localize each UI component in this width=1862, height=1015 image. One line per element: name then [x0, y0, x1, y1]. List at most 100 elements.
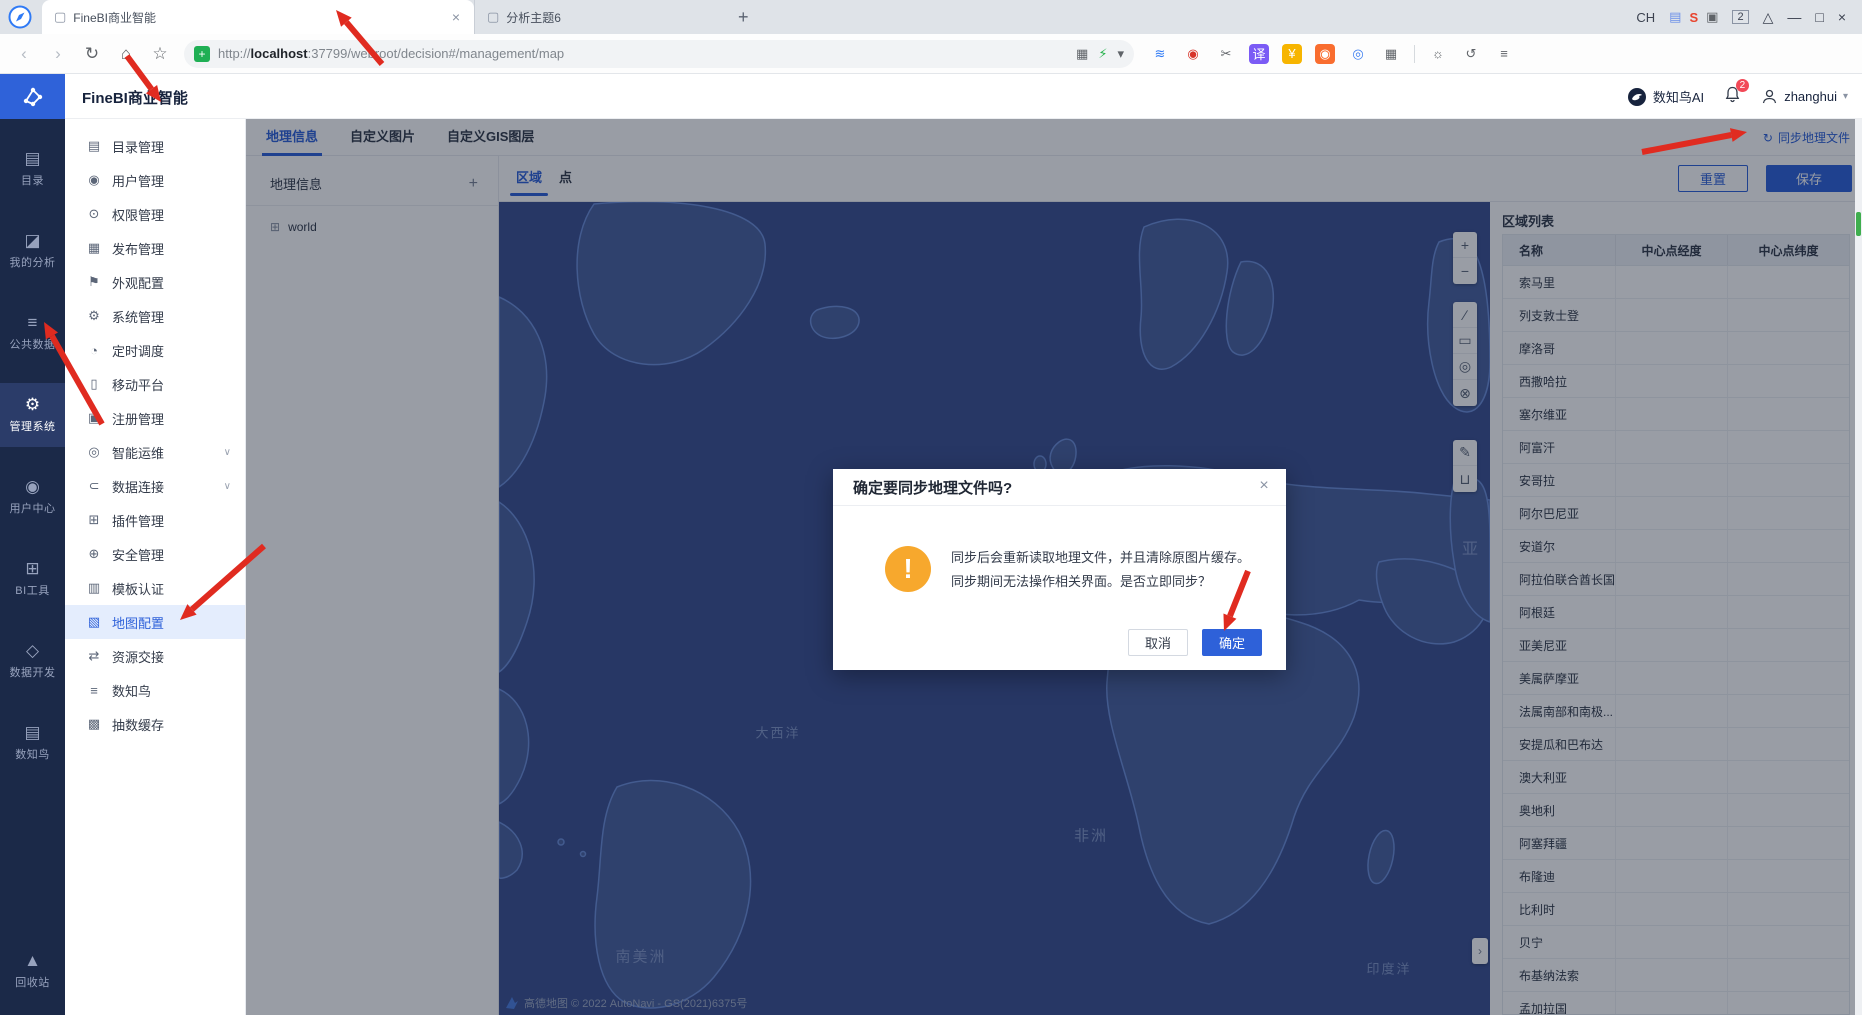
menu-item-label: 移动平台	[112, 377, 165, 393]
notification-count-badge: 2	[1735, 78, 1750, 92]
finebi-logo-icon[interactable]	[0, 74, 65, 119]
menu-item-移动平台[interactable]: ▯ 移动平台	[65, 367, 245, 401]
browser-tab[interactable]: ▢ FineBI商业智能 ×	[42, 0, 474, 34]
chevron-down-icon: ▾	[1842, 91, 1848, 102]
menu-item-外观配置[interactable]: ⚑ 外观配置	[65, 265, 245, 299]
menu-item-注册管理[interactable]: ▣ 注册管理	[65, 401, 245, 435]
sidebar-item-数据开发[interactable]: ◇ 数据开发	[0, 629, 65, 693]
sidebar-item-管理系统[interactable]: ⚙ 管理系统	[0, 383, 65, 447]
extension-icon[interactable]: ◉	[1183, 44, 1203, 64]
sidebar-item-BI工具[interactable]: ⊞ BI工具	[0, 547, 65, 611]
menu-item-资源交接[interactable]: ⇄ 资源交接	[65, 639, 245, 673]
menu-item-label: 资源交接	[112, 649, 165, 665]
back-icon[interactable]: ‹	[14, 44, 34, 64]
chevron-down-icon[interactable]: ∨	[224, 447, 231, 458]
menu-item-用户管理[interactable]: ◉ 用户管理	[65, 163, 245, 197]
browser-theme-icon[interactable]: △	[1763, 9, 1774, 26]
menu-item-数据连接[interactable]: ⊂ 数据连接 ∨	[65, 469, 245, 503]
tray-icon[interactable]: S	[1689, 10, 1698, 25]
new-tab-button[interactable]: +	[724, 7, 763, 28]
warning-icon: !	[885, 546, 931, 592]
menu-item-icon: ⊙	[88, 206, 100, 221]
home-icon[interactable]: ⌂	[116, 44, 136, 64]
menu-item-数知鸟[interactable]: ≡ 数知鸟	[65, 673, 245, 707]
browser-tab-title: 分析主题6	[506, 10, 561, 25]
url-text[interactable]: http://localhost:37799/webroot/decision#…	[218, 46, 1066, 61]
extension-icon[interactable]: ≡	[1494, 44, 1514, 64]
screen: ▢ FineBI商业智能 × ▢ 分析主题6 + CH ▤ S ▣ 2 △ — □ × ‹ …	[0, 0, 1862, 1015]
window-close-button[interactable]: ×	[1838, 9, 1846, 25]
extension-icon[interactable]: ↺	[1461, 44, 1481, 64]
addressbar-icon[interactable]: ▾	[1117, 46, 1124, 62]
dialog-title: 确定要同步地理文件吗?	[853, 479, 1013, 497]
menu-item-icon: ▦	[87, 240, 101, 255]
menu-item-label: 外观配置	[112, 275, 165, 291]
extension-icon[interactable]: ☼	[1428, 44, 1448, 64]
extension-icon[interactable]: ≋	[1150, 44, 1170, 64]
extension-icon[interactable]: ¥	[1282, 43, 1302, 64]
menu-item-安全管理[interactable]: ⊕ 安全管理	[65, 537, 245, 571]
menu-item-目录管理[interactable]: ▤ 目录管理	[65, 129, 245, 163]
sidebar-item-目录[interactable]: ▤ 目录	[0, 137, 65, 201]
sidebar-item-数知鸟[interactable]: ▤ 数知鸟	[0, 711, 65, 775]
menu-item-系统管理[interactable]: ⚙ 系统管理	[65, 299, 245, 333]
menu-item-智能运维[interactable]: ◎ 智能运维 ∨	[65, 435, 245, 469]
tray-count-badge: 2	[1732, 10, 1749, 24]
menu-item-权限管理[interactable]: ⊙ 权限管理	[65, 197, 245, 231]
toolbar-divider	[1414, 44, 1415, 63]
address-bar[interactable]: + http://localhost:37799/webroot/decisio…	[184, 39, 1134, 68]
sidebar-item-icon: ▲	[24, 951, 41, 970]
dialog-message: 同步后会重新读取地理文件，并且清除原图片缓存。 同步期间无法操作相关界面。是否立…	[951, 550, 1251, 590]
window-minimize-button[interactable]: —	[1787, 9, 1801, 25]
sidebar-item-回收站[interactable]: ▲ 回收站	[0, 939, 65, 1003]
menu-item-label: 地图配置	[112, 615, 165, 631]
bookmark-star-icon[interactable]: ☆	[150, 44, 170, 64]
addressbar-icon[interactable]: ▦	[1076, 46, 1088, 62]
addressbar-icon[interactable]: ⚡	[1098, 46, 1107, 62]
user-menu[interactable]: zhanghui ▾	[1761, 88, 1848, 105]
sidebar-item-用户中心[interactable]: ◉ 用户中心	[0, 465, 65, 529]
site-safety-icon[interactable]: +	[194, 45, 210, 62]
menu-item-label: 插件管理	[112, 513, 165, 529]
menu-item-地图配置[interactable]: ▧ 地图配置	[65, 605, 245, 639]
scrollbar-thumb[interactable]	[1856, 212, 1861, 236]
page-scrollbar[interactable]	[1855, 119, 1862, 1015]
menu-item-发布管理[interactable]: ▦ 发布管理	[65, 231, 245, 265]
menu-item-icon: ⇄	[88, 648, 100, 663]
extension-icon[interactable]: ◎	[1348, 44, 1368, 64]
user-name: zhanghui	[1784, 89, 1837, 104]
sidebar-item-label: 数知鸟	[15, 749, 50, 761]
confirm-button[interactable]: 确定	[1202, 629, 1262, 656]
browser-logo-icon[interactable]	[8, 5, 32, 29]
menu-item-抽数缓存[interactable]: ▩ 抽数缓存	[65, 707, 245, 741]
extension-icon[interactable]: 译	[1249, 43, 1269, 64]
notifications-button[interactable]: 2	[1724, 78, 1750, 108]
input-language-indicator[interactable]: CH	[1636, 10, 1655, 25]
page-title: FineBI商业智能	[82, 90, 188, 107]
forward-icon[interactable]: ›	[48, 44, 68, 64]
menu-item-icon: ⊂	[88, 478, 100, 493]
menu-item-label: 模板认证	[112, 581, 165, 597]
reload-icon[interactable]: ↻	[82, 44, 102, 64]
sidebar-item-公共数据[interactable]: ≡ 公共数据	[0, 301, 65, 365]
menu-item-icon: ▣	[87, 410, 101, 425]
menu-item-插件管理[interactable]: ⊞ 插件管理	[65, 503, 245, 537]
browser-tab[interactable]: ▢ 分析主题6	[474, 0, 724, 34]
document-icon: ▢	[487, 9, 500, 24]
sidebar-item-label: 管理系统	[9, 421, 56, 433]
ai-assistant-button[interactable]: 数知鸟AI	[1627, 87, 1704, 107]
cancel-button[interactable]: 取消	[1128, 629, 1188, 656]
tab-close-icon[interactable]: ×	[448, 9, 464, 25]
sidebar-item-我的分析[interactable]: ◪ 我的分析	[0, 219, 65, 283]
menu-item-定时调度[interactable]: ◔ 定时调度	[65, 333, 245, 367]
extension-icon[interactable]: ◉	[1315, 43, 1335, 64]
dialog-close-icon[interactable]: ×	[1254, 477, 1274, 495]
chevron-down-icon[interactable]: ∨	[224, 481, 231, 492]
tray-icon[interactable]: ▤	[1669, 9, 1681, 25]
window-restore-button[interactable]: □	[1815, 9, 1823, 25]
management-menu: ▤ 目录管理 ◉ 用户管理 ⊙ 权限管理 ▦ 发布管理 ⚑ 外观配置 ⚙ 系统管理 ◔ 定时调度 ▯ 移动平台…	[65, 119, 246, 1015]
extension-icon[interactable]: ✂	[1216, 44, 1236, 64]
tray-icon[interactable]: ▣	[1706, 9, 1718, 25]
menu-item-模板认证[interactable]: ▥ 模板认证	[65, 571, 245, 605]
extension-icon[interactable]: ▦	[1381, 44, 1401, 64]
